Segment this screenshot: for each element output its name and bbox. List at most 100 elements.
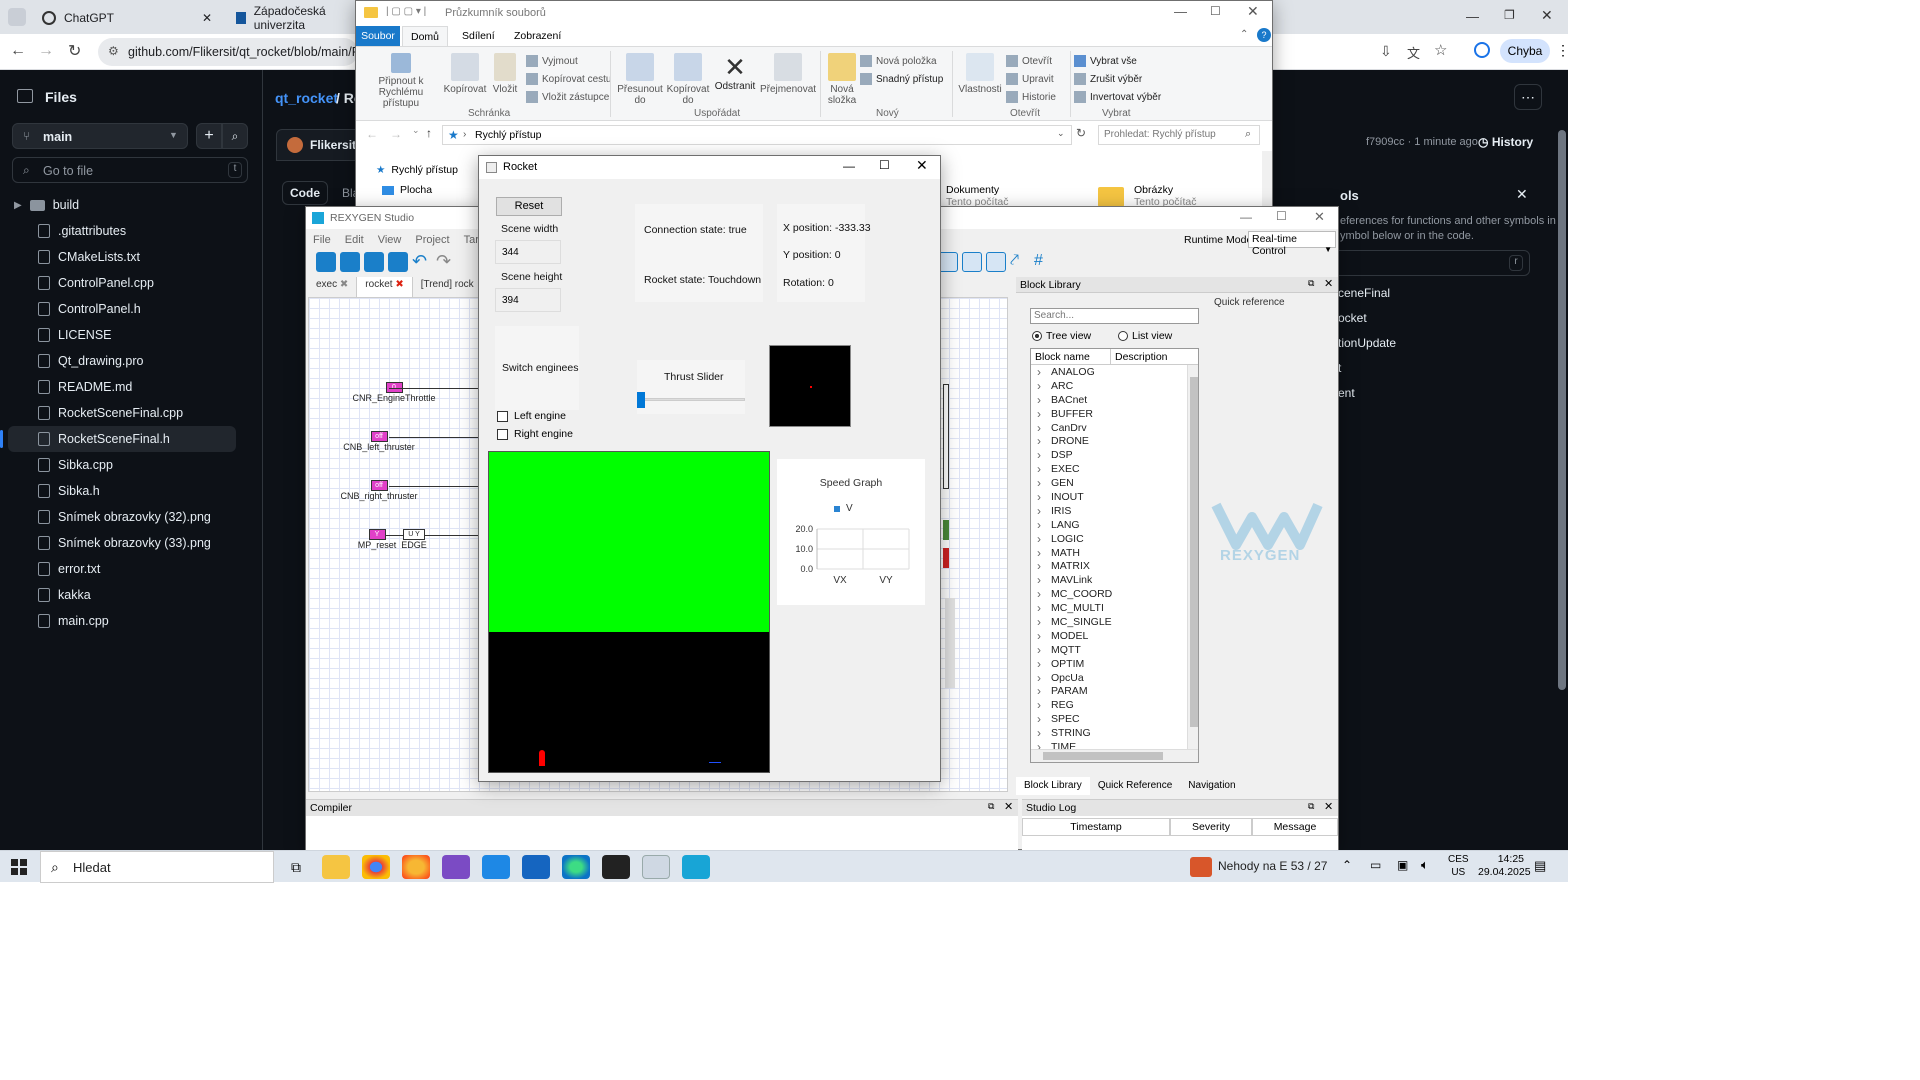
col-block-name[interactable]: Block name: [1031, 349, 1111, 364]
library-item[interactable]: MATH: [1031, 546, 1198, 560]
file-tree-item[interactable]: Snímek obrazovky (32).png: [8, 504, 236, 530]
menu-file[interactable]: File: [313, 234, 331, 246]
account-icon[interactable]: [1474, 42, 1490, 58]
undo-icon[interactable]: ↶: [412, 252, 432, 272]
tab-zobrazeni[interactable]: Zobrazení: [514, 30, 561, 42]
volume-icon[interactable]: 🔈︎: [1421, 857, 1429, 873]
close-icon[interactable]: ✖: [395, 279, 403, 290]
block-red[interactable]: [943, 548, 949, 568]
library-item[interactable]: PARAM: [1031, 684, 1198, 698]
rexygen-icon[interactable]: [682, 855, 710, 879]
file-tree-folder-build[interactable]: ▶ build: [8, 192, 236, 218]
file-tree-item[interactable]: .gitattributes: [8, 218, 236, 244]
chevron-up-icon[interactable]: ⌃: [1240, 29, 1248, 40]
library-item[interactable]: IRIS: [1031, 504, 1198, 518]
forward-icon[interactable]: →: [390, 127, 402, 141]
scene-width-field[interactable]: 344: [495, 240, 561, 264]
up-icon[interactable]: ↑: [426, 126, 432, 140]
scroll-thumb[interactable]: [1043, 752, 1163, 760]
folder-pictures[interactable]: Obrázky Tento počítač: [1134, 184, 1196, 208]
maximize-icon[interactable]: ☐: [879, 158, 890, 172]
library-item[interactable]: MC_SINGLE: [1031, 615, 1198, 629]
tab-domu[interactable]: Domů: [402, 26, 448, 47]
close-icon[interactable]: ✕: [202, 11, 212, 25]
nav-desktop[interactable]: Plocha: [382, 184, 432, 196]
traffic-widget[interactable]: Nehody na E 53 / 27: [1218, 859, 1327, 873]
library-item[interactable]: BUFFER: [1031, 407, 1198, 421]
taskbar-search-input[interactable]: ⌕ Hledat: [40, 851, 274, 883]
minimize-icon[interactable]: —: [1240, 210, 1252, 224]
symbol-item[interactable]: ocket: [1338, 311, 1367, 325]
install-icon[interactable]: ⇩: [1380, 43, 1392, 60]
minimize-icon[interactable]: —: [1174, 4, 1187, 19]
invert-selection-button[interactable]: Invertovat výběr: [1074, 88, 1161, 106]
symbol-item[interactable]: ceneFinal: [1338, 286, 1390, 300]
tab-soubor[interactable]: Soubor: [356, 26, 400, 46]
minimize-icon[interactable]: —: [843, 159, 855, 173]
add-file-button[interactable]: +: [196, 123, 222, 149]
menu-icon[interactable]: ⋮: [1556, 42, 1570, 59]
tab-block-library[interactable]: Block Library: [1016, 777, 1090, 795]
tab-code[interactable]: Code: [282, 181, 328, 205]
file-tree-item[interactable]: README.md: [8, 374, 236, 400]
copy-button[interactable]: Kopírovat: [444, 53, 486, 95]
file-tree-item[interactable]: Snímek obrazovky (33).png: [8, 530, 236, 556]
block-gray[interactable]: [945, 598, 955, 688]
block-rocket-output[interactable]: [943, 384, 949, 489]
easy-access-button[interactable]: Snadný přístup: [860, 70, 943, 88]
site-info-icon[interactable]: ⚙: [108, 44, 119, 58]
more-options-icon[interactable]: ⋯: [1514, 84, 1542, 110]
close-icon[interactable]: ✕: [1541, 7, 1553, 24]
library-item[interactable]: LANG: [1031, 518, 1198, 532]
file-tree-item[interactable]: ControlPanel.cpp: [8, 270, 236, 296]
app-icon[interactable]: [402, 855, 430, 879]
collapse-sidebar-icon[interactable]: [17, 89, 33, 103]
language-indicator[interactable]: CES US: [1448, 853, 1469, 879]
properties-button[interactable]: Vlastnosti: [956, 53, 1004, 95]
reload-icon[interactable]: ↻: [68, 41, 81, 61]
help-icon[interactable]: ?: [1257, 28, 1271, 42]
tab-rocket[interactable]: rocket ✖: [357, 277, 413, 297]
history-button[interactable]: Historie: [1006, 88, 1056, 106]
app-icon[interactable]: [522, 855, 550, 879]
network-icon[interactable]: ▭: [1370, 858, 1381, 872]
close-icon[interactable]: ✕: [1324, 277, 1333, 290]
close-icon[interactable]: ✕: [916, 157, 928, 174]
save-all-icon[interactable]: [388, 252, 408, 272]
vscode-icon[interactable]: [482, 855, 510, 879]
redo-icon[interactable]: ↷: [436, 252, 456, 272]
tab-quick-reference[interactable]: Quick Reference: [1090, 777, 1180, 795]
address-field[interactable]: ★ › Rychlý přístup ⌄: [442, 125, 1072, 145]
maximize-icon[interactable]: ☐: [1276, 209, 1287, 223]
bookmark-star-icon[interactable]: ☆: [1434, 41, 1447, 59]
block-engine-throttle[interactable]: 0CNR_EngineThrottle: [339, 382, 449, 403]
library-item[interactable]: SPEC: [1031, 712, 1198, 726]
copy-path-button[interactable]: Kopírovat cestu: [526, 70, 611, 88]
chevron-up-icon[interactable]: ⌃: [1342, 858, 1352, 872]
browser-tab-zcu[interactable]: Západočeská univerzita: [226, 4, 366, 32]
maximize-icon[interactable]: ☐: [1210, 4, 1221, 18]
right-engine-checkbox[interactable]: Right engine: [497, 428, 573, 440]
author-name[interactable]: Flikersit: [310, 138, 356, 152]
library-item[interactable]: LOGIC: [1031, 532, 1198, 546]
tab-exec[interactable]: exec ✖: [308, 277, 358, 297]
library-item[interactable]: DRONE: [1031, 434, 1198, 448]
edge-icon[interactable]: [562, 855, 590, 879]
delete-button[interactable]: ✕ Odstranit: [712, 53, 758, 92]
library-item[interactable]: MAVLink: [1031, 573, 1198, 587]
new-folder-button[interactable]: Nová složka: [822, 53, 862, 106]
library-item[interactable]: DSP: [1031, 448, 1198, 462]
menu-project[interactable]: Project: [415, 234, 449, 246]
library-item[interactable]: MATRIX: [1031, 559, 1198, 573]
pin-quick-access-button[interactable]: Připnout k Rychlému přístupu: [364, 53, 438, 109]
recent-icon[interactable]: ⌄: [412, 125, 420, 136]
chrome-icon[interactable]: [362, 855, 390, 879]
close-icon[interactable]: ✕: [1004, 800, 1013, 813]
library-item[interactable]: OPTIM: [1031, 657, 1198, 671]
list-view-radio[interactable]: List view: [1118, 330, 1172, 342]
scene-height-field[interactable]: 394: [495, 288, 561, 312]
col-description[interactable]: Description: [1111, 349, 1185, 364]
new-icon[interactable]: [316, 252, 336, 272]
move-to-button[interactable]: Přesunout do: [616, 53, 664, 106]
select-none-button[interactable]: Zrušit výběr: [1074, 70, 1142, 88]
